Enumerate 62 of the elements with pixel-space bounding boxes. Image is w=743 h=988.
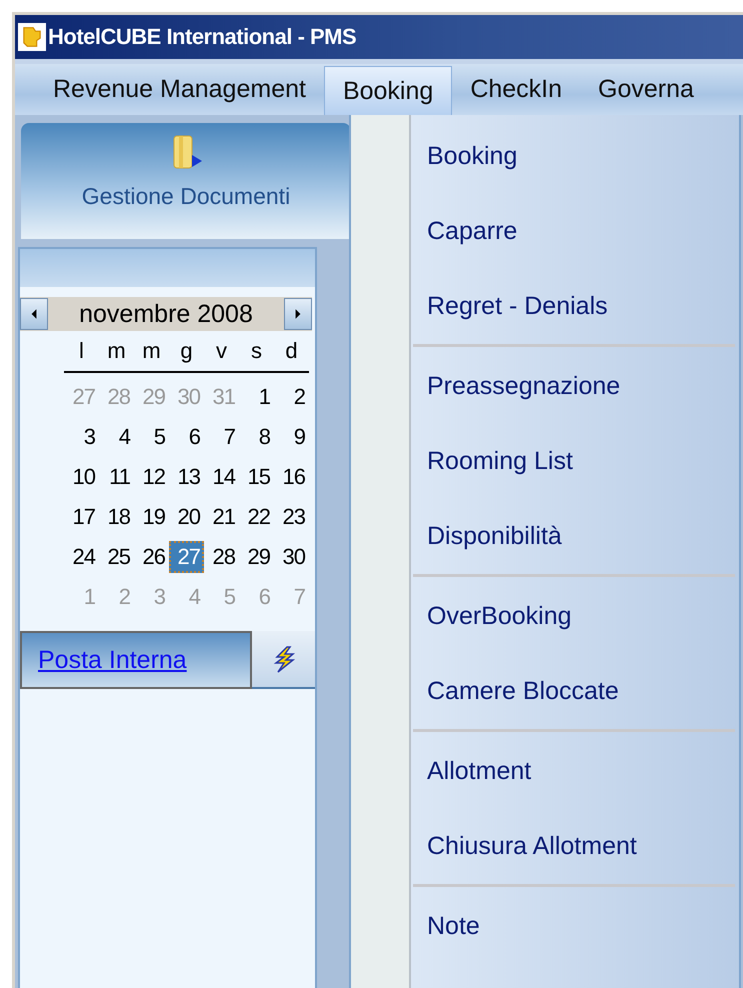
dropdown-item[interactable]: Preassegnazione	[411, 349, 739, 424]
weekday-label: l	[78, 338, 85, 364]
calendar-day[interactable]: 25	[99, 541, 134, 573]
dropdown-item[interactable]: Chiusura Allotment	[411, 809, 739, 884]
calendar-day[interactable]: 29	[239, 541, 274, 573]
calendar-day[interactable]: 19	[134, 501, 169, 533]
dropdown-item[interactable]: Booking	[411, 119, 739, 194]
weekday-label: g	[179, 338, 194, 364]
dropdown-item[interactable]: Allotment	[411, 734, 739, 809]
calendar-day[interactable]: 6	[169, 421, 204, 453]
menu-item[interactable]: Booking	[324, 66, 452, 115]
dropdown-item[interactable]: OverBooking	[411, 579, 739, 654]
calendar-day[interactable]: 20	[169, 501, 204, 533]
mail-link[interactable]: Posta Interna	[38, 646, 187, 674]
right-arrow-icon	[294, 308, 302, 320]
menu-item[interactable]: Governa	[580, 64, 712, 115]
calendar-day[interactable]: 7	[204, 421, 239, 453]
calendar-day[interactable]: 15	[239, 461, 274, 493]
menu-item[interactable]: CheckIn	[452, 64, 580, 115]
refresh-button[interactable]	[252, 631, 315, 689]
dropdown-item[interactable]: Note	[411, 889, 739, 964]
window-title: HotelCUBE International - PMS	[48, 24, 356, 50]
calendar-day[interactable]: 22	[239, 501, 274, 533]
calendar-day[interactable]: 12	[134, 461, 169, 493]
previous-month-button[interactable]	[20, 298, 48, 330]
month-label: novembre 2008	[78, 300, 254, 328]
calendar-day[interactable]: 13	[169, 461, 204, 493]
weekday-label: s	[250, 338, 263, 364]
calendar-day[interactable]: 21	[204, 501, 239, 533]
calendar-day[interactable]: 10	[64, 461, 99, 493]
calendar-day[interactable]: 11	[99, 461, 134, 493]
dropdown-item[interactable]: Camere Bloccate	[411, 654, 739, 729]
calendar-day[interactable]: 30	[274, 541, 309, 573]
weekday-label: v	[215, 338, 228, 364]
calendar-day[interactable]: 14	[204, 461, 239, 493]
left-arrow-icon	[30, 308, 38, 320]
weekday-label: d	[284, 338, 299, 364]
calendar-day[interactable]: 3	[64, 421, 99, 453]
calendar-day[interactable]: 17	[64, 501, 99, 533]
calendar-day[interactable]: 8	[239, 421, 274, 453]
calendar-day[interactable]: 18	[99, 501, 134, 533]
next-month-button[interactable]	[284, 298, 312, 330]
dropdown-item[interactable]: Rooming List	[411, 424, 739, 499]
calendar-day[interactable]: 1	[239, 381, 274, 413]
menu-item[interactable]: Revenue Management	[35, 64, 324, 115]
dropdown-item[interactable]: Disponibilità	[411, 499, 739, 574]
calendar-day[interactable]: 16	[274, 461, 309, 493]
calendar-day[interactable]: 9	[274, 421, 309, 453]
calendar-day[interactable]: 28	[204, 541, 239, 573]
calendar-day[interactable]: 24	[64, 541, 99, 573]
dropdown-item[interactable]: Caparre	[411, 194, 739, 269]
calendar-day[interactable]: 26	[134, 541, 169, 573]
calendar-day[interactable]: 2	[274, 381, 309, 413]
calendar-day[interactable]: 23	[274, 501, 309, 533]
shortcut-label[interactable]: Gestione Documenti	[82, 183, 290, 210]
calendar-day[interactable]: 5	[134, 421, 169, 453]
calendar-day[interactable]: 4	[99, 421, 134, 453]
dropdown-item[interactable]: Regret - Denials	[411, 269, 739, 344]
app-logo-icon	[18, 23, 46, 51]
calendar-day[interactable]: 27	[169, 541, 204, 573]
weekday-label: m	[141, 338, 162, 364]
weekday-label: m	[106, 338, 127, 364]
